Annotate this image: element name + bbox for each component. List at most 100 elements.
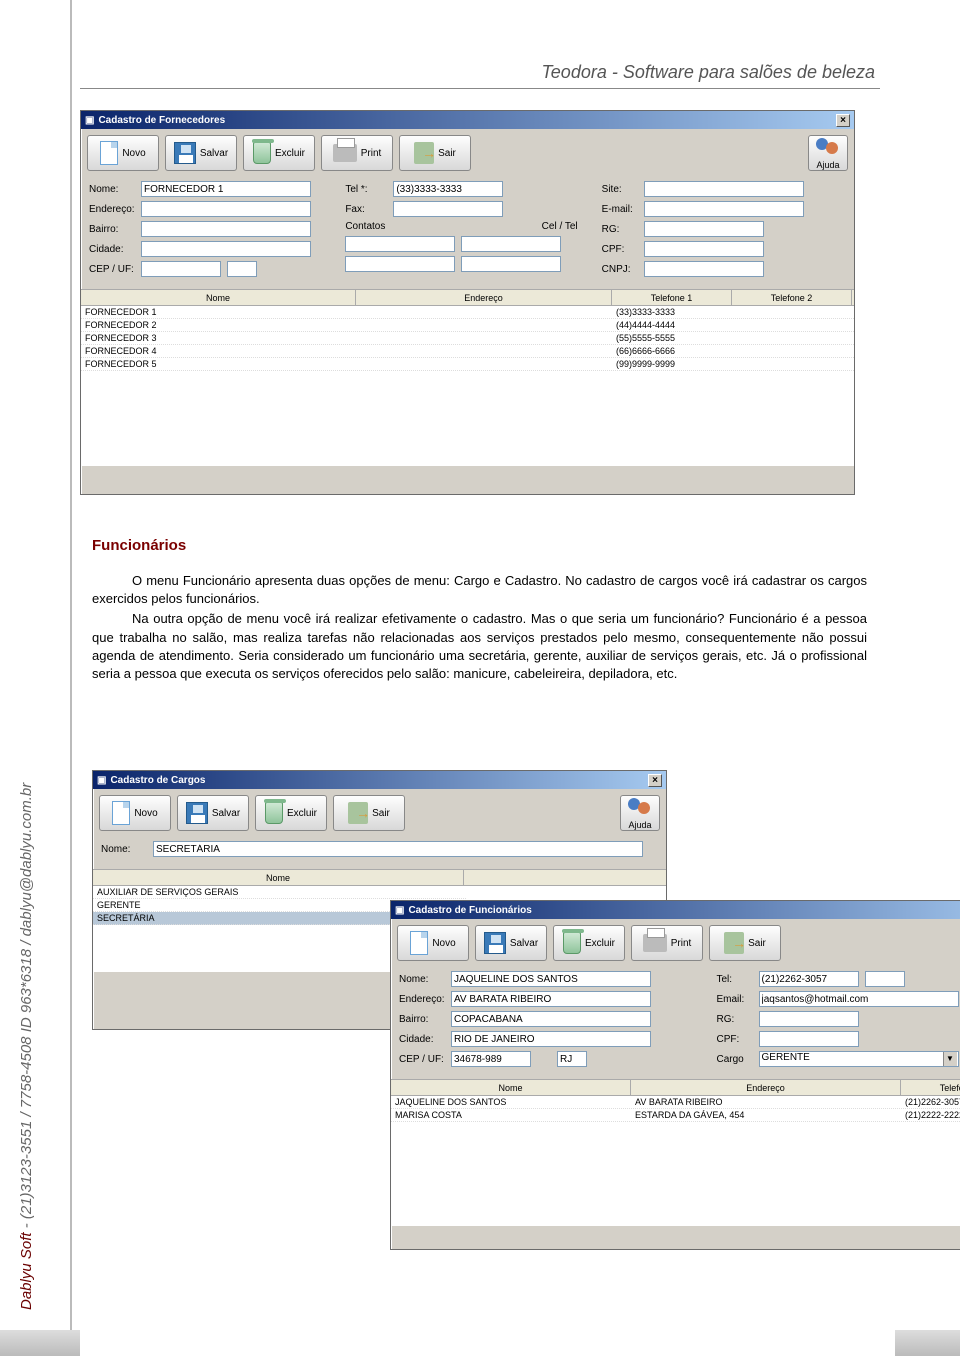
print-label: Print (671, 938, 692, 949)
table-row[interactable]: JAQUELINE DOS SANTOSAV BARATA RIBEIRO(21… (391, 1096, 960, 1109)
tel-field[interactable] (759, 971, 859, 987)
cidade-field[interactable] (141, 241, 311, 257)
close-icon[interactable]: × (836, 114, 850, 127)
cel1-field[interactable] (461, 236, 561, 252)
col-endereco[interactable]: Endereço (356, 290, 612, 305)
label-endereco: Endereço: (399, 994, 451, 1005)
salvar-button[interactable]: Salvar (165, 135, 237, 171)
table-row[interactable]: FORNECEDOR 4(66)6666-6666 (81, 345, 854, 358)
excluir-label: Excluir (287, 808, 317, 819)
salvar-label: Salvar (212, 808, 240, 819)
nome-field[interactable] (141, 181, 311, 197)
email-field[interactable] (759, 991, 959, 1007)
close-icon[interactable]: × (648, 774, 662, 787)
label-tel: Tel: (717, 974, 759, 985)
ajuda-label: Ajuda (816, 160, 839, 170)
sair-button[interactable]: Sair (333, 795, 405, 831)
cpf-field[interactable] (759, 1031, 859, 1047)
label-rg: RG: (717, 1014, 759, 1025)
app-icon: ▣ (97, 775, 106, 786)
table-row[interactable]: AUXILIAR DE SERVIÇOS GERAIS (93, 886, 466, 899)
tel2-field[interactable] (865, 971, 905, 987)
toolbar: Novo Salvar Excluir Print Sair Ajuda (391, 919, 960, 967)
text-section: Funcionários O menu Funcionário apresent… (92, 537, 867, 685)
page-header: Teodora - Software para salões de beleza (541, 62, 875, 83)
endereco-field[interactable] (451, 991, 651, 1007)
col-t1[interactable]: Telefone 1 (901, 1080, 960, 1095)
uf-field[interactable] (227, 261, 257, 277)
contato1-field[interactable] (345, 236, 455, 252)
ajuda-button[interactable]: Ajuda (808, 135, 848, 171)
label-cepuf: CEP / UF: (89, 264, 141, 275)
col-tel1[interactable]: Telefone 1 (612, 290, 732, 305)
label-cidade: Cidade: (89, 244, 141, 255)
trash-icon (253, 142, 271, 164)
save-icon (186, 802, 208, 824)
nome-field[interactable] (153, 841, 643, 857)
cel2-field[interactable] (461, 256, 561, 272)
tel-field[interactable] (393, 181, 503, 197)
col-tel2[interactable]: Telefone 2 (732, 290, 852, 305)
col-nome[interactable]: Nome (93, 870, 464, 885)
table-row[interactable]: FORNECEDOR 3(55)5555-5555 (81, 332, 854, 345)
sidebar-contact: Dablyu Soft - (21)3123-3551 / 7758-4508 … (18, 783, 35, 1310)
label-nome: Nome: (101, 844, 153, 855)
cargo-select[interactable]: GERENTE (759, 1051, 959, 1067)
uf-field[interactable] (557, 1051, 587, 1067)
novo-button[interactable]: Novo (87, 135, 159, 171)
cep-field[interactable] (141, 261, 221, 277)
novo-label: Novo (432, 938, 455, 949)
sair-button[interactable]: Sair (709, 925, 781, 961)
table-row[interactable]: FORNECEDOR 2(44)4444-4444 (81, 319, 854, 332)
sair-button[interactable]: Sair (399, 135, 471, 171)
cidade-field[interactable] (451, 1031, 651, 1047)
table-row[interactable]: FORNECEDOR 1(33)3333-3333 (81, 306, 854, 319)
email-field[interactable] (644, 201, 804, 217)
novo-label: Novo (134, 808, 157, 819)
table-row[interactable]: FORNECEDOR 5(99)9999-9999 (81, 358, 854, 371)
bairro-field[interactable] (141, 221, 311, 237)
window-funcionarios: ▣Cadastro de Funcionários × Novo Salvar … (390, 900, 960, 1250)
excluir-button[interactable]: Excluir (243, 135, 315, 171)
cep-field[interactable] (451, 1051, 531, 1067)
titlebar-cargos: ▣Cadastro de Cargos × (93, 771, 666, 789)
salvar-button[interactable]: Salvar (475, 925, 547, 961)
paragraph-1: O menu Funcionário apresenta duas opções… (92, 572, 867, 608)
fax-field[interactable] (393, 201, 503, 217)
col-end[interactable]: Endereço (631, 1080, 901, 1095)
sair-label: Sair (438, 148, 456, 159)
salvar-button[interactable]: Salvar (177, 795, 249, 831)
novo-button[interactable]: Novo (99, 795, 171, 831)
col-nome[interactable]: Nome (81, 290, 356, 305)
app-icon: ▣ (395, 905, 404, 916)
help-icon (628, 796, 652, 816)
endereco-field[interactable] (141, 201, 311, 217)
rg-field[interactable] (644, 221, 764, 237)
cnpj-field[interactable] (644, 261, 764, 277)
print-label: Print (361, 148, 382, 159)
novo-button[interactable]: Novo (397, 925, 469, 961)
excluir-button[interactable]: Excluir (553, 925, 625, 961)
excluir-label: Excluir (275, 148, 305, 159)
print-button[interactable]: Print (321, 135, 393, 171)
excluir-button[interactable]: Excluir (255, 795, 327, 831)
side-rule (70, 0, 72, 1330)
print-button[interactable]: Print (631, 925, 703, 961)
cpf-field[interactable] (644, 241, 764, 257)
label-tel: Tel *: (345, 184, 393, 195)
window-title: Cadastro de Fornecedores (98, 115, 225, 126)
contato2-field[interactable] (345, 256, 455, 272)
trash-icon (563, 932, 581, 954)
nome-field[interactable] (451, 971, 651, 987)
ajuda-button[interactable]: Ajuda (620, 795, 660, 831)
table-row[interactable]: MARISA COSTAESTARDA DA GÁVEA, 454(21)222… (391, 1109, 960, 1122)
site-field[interactable] (644, 181, 804, 197)
label-fax: Fax: (345, 204, 393, 215)
bairro-field[interactable] (451, 1011, 651, 1027)
rg-field[interactable] (759, 1011, 859, 1027)
col-nome[interactable]: Nome (391, 1080, 631, 1095)
document-icon (112, 801, 130, 825)
titlebar-funcionarios: ▣Cadastro de Funcionários × (391, 901, 960, 919)
help-icon (816, 136, 840, 156)
label-cnpj: CNPJ: (602, 264, 644, 275)
